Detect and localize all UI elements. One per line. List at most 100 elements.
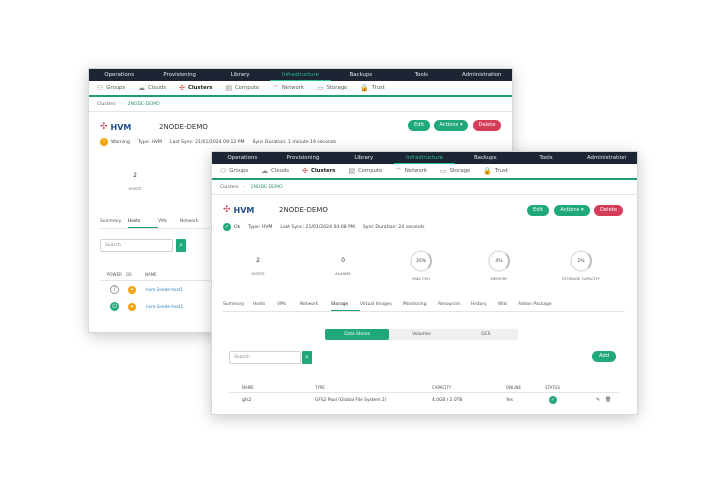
top-nav: Operations Provisioning Library Infrastr… bbox=[89, 69, 512, 81]
search-input[interactable]: Search bbox=[100, 239, 173, 252]
breadcrumb: Clusters › 2NODE-DEMO bbox=[212, 180, 637, 195]
subnav-label: Clouds bbox=[148, 85, 167, 91]
search-button[interactable]: ⌕ bbox=[302, 351, 312, 364]
subnav-groups[interactable]: ⚇ Groups bbox=[97, 84, 125, 92]
subnav-storage[interactable]: ▭ Storage bbox=[440, 167, 470, 175]
trust-icon: 🔒 bbox=[483, 167, 493, 175]
sub-nav: ⚇ Groups ☁ Clouds ✣ Clusters ▤ Compute ⌔ Netw… bbox=[89, 81, 512, 97]
storage-icon: ▭ bbox=[316, 84, 324, 92]
segment-volumes[interactable]: Volumes bbox=[389, 329, 453, 340]
subnav-label: Storage bbox=[326, 85, 348, 91]
tab-network[interactable]: Network bbox=[300, 299, 331, 311]
subnav-compute[interactable]: ▤ Compute bbox=[348, 167, 382, 175]
segment-data-stores[interactable]: Data Stores bbox=[325, 329, 390, 340]
tab-vms[interactable]: VMs bbox=[158, 216, 180, 228]
subnav-label: Clusters bbox=[187, 85, 213, 91]
tab-resources[interactable]: Resources bbox=[438, 299, 471, 311]
edit-pencil-icon[interactable]: ✎ bbox=[596, 397, 600, 403]
subnav-trust[interactable]: 🔒 Trust bbox=[360, 84, 385, 92]
front-cluster-window: Operations Provisioning Library Infrastr… bbox=[211, 151, 638, 415]
nav-provisioning[interactable]: Provisioning bbox=[273, 152, 334, 164]
nav-operations[interactable]: Operations bbox=[89, 69, 149, 81]
tab-storage[interactable]: Storage bbox=[331, 299, 360, 311]
delete-button[interactable]: Delete bbox=[594, 205, 623, 216]
tab-history[interactable]: History bbox=[471, 299, 498, 311]
delete-button[interactable]: Delete bbox=[473, 120, 501, 131]
subnav-clusters[interactable]: ✣ Clusters bbox=[302, 167, 335, 175]
tab-hosts[interactable]: Hosts bbox=[128, 216, 158, 228]
breadcrumb-clusters[interactable]: Clusters bbox=[97, 102, 116, 107]
storage-icon: ▭ bbox=[439, 167, 447, 175]
tab-hosts[interactable]: Hosts bbox=[253, 299, 277, 311]
hvm-logo-text: HVM bbox=[110, 122, 132, 132]
nav-administration[interactable]: Administration bbox=[452, 69, 512, 81]
search-input[interactable]: Search bbox=[229, 351, 301, 364]
memory-gauge: 4% bbox=[488, 250, 510, 272]
actions-button[interactable]: Actions ▾ bbox=[434, 120, 468, 131]
tab-network[interactable]: Network bbox=[180, 216, 210, 228]
divider bbox=[229, 392, 619, 393]
cluster-name: 2NODE-DEMO bbox=[159, 123, 208, 131]
tab-summary[interactable]: Summary bbox=[100, 216, 128, 228]
breadcrumb-clusters[interactable]: Clusters bbox=[220, 185, 239, 190]
tab-vms[interactable]: VMs bbox=[277, 299, 300, 311]
subnav-network[interactable]: ⌔ Network bbox=[272, 84, 304, 93]
trust-icon: 🔒 bbox=[360, 84, 370, 92]
subnav-label: Network bbox=[404, 168, 427, 174]
actions-button[interactable]: Actions ▾ bbox=[554, 205, 590, 216]
cpu-gauge: 35% bbox=[410, 250, 432, 272]
host-link[interactable]: hvm-2node-host1 bbox=[146, 287, 183, 292]
status-ok-icon: ✓ bbox=[549, 396, 557, 404]
nav-provisioning[interactable]: Provisioning bbox=[149, 69, 209, 81]
nav-library[interactable]: Library bbox=[210, 69, 270, 81]
subnav-label: Trust bbox=[372, 85, 385, 91]
edit-button[interactable]: Edit bbox=[527, 205, 549, 216]
tab-wiki[interactable]: Wiki bbox=[498, 299, 518, 311]
nav-backups[interactable]: Backups bbox=[455, 152, 516, 164]
os-icon: ✦ bbox=[128, 303, 136, 311]
tab-monitoring[interactable]: Monitoring bbox=[403, 299, 438, 311]
nav-operations[interactable]: Operations bbox=[212, 152, 273, 164]
datastore-online: Yes bbox=[506, 398, 514, 403]
tab-summary[interactable]: Summary bbox=[223, 299, 253, 311]
edit-button[interactable]: Edit bbox=[408, 120, 430, 131]
breadcrumb-current: 2NODE-DEMO bbox=[250, 185, 283, 190]
nav-infrastructure[interactable]: Infrastructure bbox=[394, 152, 455, 164]
subnav-clusters[interactable]: ✣ Clusters bbox=[179, 84, 212, 92]
segment-gcs[interactable]: GCS bbox=[454, 329, 518, 340]
nav-tools[interactable]: Tools bbox=[516, 152, 577, 164]
subnav-groups[interactable]: ⚇ Groups bbox=[220, 167, 248, 175]
breadcrumb-current: 2NODE-DEMO bbox=[127, 102, 160, 107]
subnav-trust[interactable]: 🔒 Trust bbox=[483, 167, 508, 175]
nav-library[interactable]: Library bbox=[333, 152, 394, 164]
nav-tools[interactable]: Tools bbox=[391, 69, 451, 81]
subnav-compute[interactable]: ▤ Compute bbox=[225, 84, 259, 92]
warning-icon: ! bbox=[100, 138, 108, 146]
subnav-network[interactable]: ⌔ Network bbox=[395, 167, 427, 176]
host-link[interactable]: hvm-2node-host2 bbox=[146, 304, 183, 309]
nav-administration[interactable]: Administration bbox=[576, 152, 637, 164]
nav-infrastructure[interactable]: Infrastructure bbox=[270, 69, 331, 81]
hvm-logo-icon: ✣ bbox=[100, 122, 108, 132]
tab-addon-package[interactable]: Addon Package bbox=[518, 299, 558, 311]
nav-backups[interactable]: Backups bbox=[331, 69, 391, 81]
delete-trash-icon[interactable]: 🗑 bbox=[605, 397, 611, 403]
metric-label: ALARMS bbox=[335, 271, 351, 276]
groups-icon: ⚇ bbox=[97, 84, 104, 92]
tab-virtual-images[interactable]: Virtual Images bbox=[360, 299, 403, 311]
search-button[interactable]: ⌕ bbox=[176, 239, 186, 252]
search-icon: ⌕ bbox=[305, 353, 309, 361]
add-button[interactable]: Add bbox=[592, 351, 616, 362]
ok-check-icon: ✓ bbox=[223, 223, 231, 231]
hosts-metric: 2 HOSTS bbox=[244, 257, 272, 276]
subnav-label: Compute bbox=[358, 168, 383, 174]
subnav-clouds[interactable]: ☁ Clouds bbox=[138, 84, 166, 92]
subnav-clouds[interactable]: ☁ Clouds bbox=[261, 167, 289, 175]
hosts-value: 2 bbox=[133, 172, 137, 179]
divider bbox=[100, 280, 210, 281]
subnav-storage[interactable]: ▭ Storage bbox=[317, 84, 347, 92]
col-os: OS bbox=[126, 272, 132, 277]
datastore-capacity: 4.0GB / 2.0TB bbox=[432, 398, 463, 403]
cluster-type: Type: HVM bbox=[137, 139, 163, 145]
gauge-label: MAX CPU bbox=[412, 276, 430, 281]
